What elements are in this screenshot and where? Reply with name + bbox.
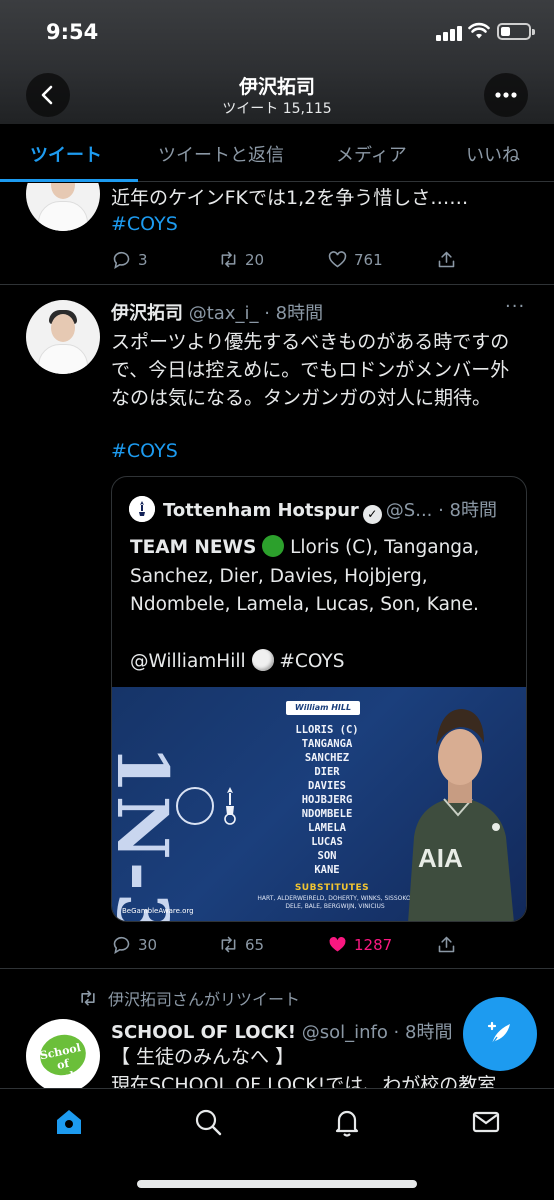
tweet-text: スポーツより優先するべきものがある時ですので、今日は控えめに。でもロドンがメンバ… (111, 331, 510, 409)
signal-icon (436, 25, 462, 41)
lineup-list: LLORIS (C) TANGANGA SANCHEZ DIER DAVIES … (272, 723, 382, 877)
quoted-author-handle: @S... · 8時間 (385, 500, 498, 521)
spurs-avatar (129, 496, 155, 522)
messages-mail-icon[interactable] (470, 1106, 502, 1138)
quoted-tweet[interactable]: Tottenham Hotspur ✓ @S... · 8時間 TEAM NEWS … (111, 476, 527, 922)
share-icon (438, 936, 455, 953)
tweet-feed[interactable]: 近年のケインFKでは1,2を争う惜しさ…… #COYS 3 20 761 伊沢拓… (0, 183, 554, 1088)
green-circle-icon (262, 535, 285, 557)
man-city-crest-icon (176, 787, 214, 825)
compose-tweet-button[interactable] (463, 997, 537, 1071)
retweeted-by-label: 伊沢拓司さんがリツイート (108, 990, 301, 1009)
tweet-text: 近年のケインFKでは1,2を争う惜しさ…… (111, 187, 469, 209)
retweet-icon (81, 990, 95, 1006)
profile-header: 9:54 伊沢拓司 ツイート 15,115 (0, 0, 554, 124)
status-time: 9:54 (46, 20, 99, 44)
reply-icon (113, 251, 130, 269)
battery-icon (497, 23, 535, 40)
mention-link[interactable]: @WilliamHill (130, 651, 246, 672)
home-indicator (137, 1180, 417, 1188)
lineup-player: DIER (314, 766, 340, 778)
reply-button[interactable]: 3 (111, 249, 148, 270)
retweet-icon (221, 251, 236, 268)
retweet-button[interactable]: 20 (218, 249, 264, 270)
active-tab-indicator (0, 179, 138, 182)
team-news-label: TEAM NEWS (130, 537, 257, 558)
reply-icon (113, 936, 130, 954)
retweeted-by-row: 伊沢拓司さんがリツイート (78, 986, 300, 1010)
tweet-hashtag[interactable]: #COYS (111, 210, 526, 238)
avatar[interactable] (26, 300, 100, 374)
avatar[interactable] (26, 183, 100, 231)
like-button[interactable]: 761 (327, 249, 383, 270)
tweet-author-row[interactable]: 伊沢拓司 @tax_i_ · 8時間 (111, 299, 323, 325)
profile-tabs: ツイート ツイートと返信 メディア いいね (0, 124, 554, 182)
author-handle: @sol_info · 8時間 (301, 1022, 453, 1043)
more-options-button[interactable] (484, 73, 528, 117)
tweet-author-row[interactable]: SCHOOL OF LOCK! @sol_info · 8時間 (111, 1018, 452, 1044)
like-count: 1287 (354, 935, 393, 954)
sponsor-logo: William HILL (286, 701, 360, 715)
author-handle: @tax_i_ · 8時間 (188, 303, 324, 324)
player-photo: AIA (408, 709, 514, 921)
retweet-count: 20 (245, 250, 265, 269)
quoted-author-name: Tottenham Hotspur (163, 500, 359, 521)
reply-count: 30 (138, 935, 158, 954)
spurs-crest-icon (224, 787, 236, 825)
gamble-aware-text: BeGambleAware.org (122, 907, 194, 915)
reply-count: 3 (138, 250, 148, 269)
retweet-button[interactable]: 65 (218, 934, 264, 955)
reply-button[interactable]: 30 (111, 934, 157, 955)
author-name: SCHOOL OF LOCK! (111, 1022, 296, 1043)
retweet-icon (221, 936, 236, 953)
avatar[interactable]: School of Lock! (26, 1019, 100, 1088)
retweet-count: 65 (245, 935, 265, 954)
tab-tweets-and-replies[interactable]: ツイートと返信 (158, 141, 284, 167)
lineup-player: NDOMBELE (301, 808, 353, 820)
more-icon (495, 92, 517, 98)
lineup-player: HOJBJERG (301, 794, 353, 806)
share-button[interactable] (436, 934, 457, 955)
notifications-bell-icon[interactable] (331, 1106, 363, 1138)
svg-text:AIA: AIA (418, 843, 463, 873)
lineup-player: LAMELA (308, 822, 346, 834)
heart-filled-icon (329, 936, 346, 952)
home-icon[interactable] (53, 1106, 85, 1138)
lineup-player: LLORIS (C) (295, 724, 359, 736)
search-icon[interactable] (192, 1106, 224, 1138)
like-button[interactable]: 1287 (327, 934, 392, 955)
tweet-text: 現在SCHOOL OF LOCK!では、わが校の教室 (111, 1074, 497, 1088)
share-button[interactable] (436, 249, 457, 270)
tweet-menu-icon[interactable]: ··· (505, 296, 525, 317)
lineup-player: LUCAS (311, 836, 343, 848)
lineup-player: KANE (314, 864, 340, 876)
quoted-tweet-text: TEAM NEWS Lloris (C), Tanganga, Sanchez,… (130, 534, 522, 676)
tweet-text: 【 生徒のみんなへ 】 (111, 1046, 295, 1068)
tweet-count: ツイート 15,115 (222, 101, 332, 117)
tab-media[interactable]: メディア (336, 141, 407, 167)
verified-icon: ✓ (362, 505, 382, 524)
quoted-author-row: Tottenham Hotspur ✓ @S... · 8時間 (163, 496, 497, 524)
team-news-image[interactable]: William HILL 1N-3N0 LLORIS (C) TANGANGA … (112, 687, 526, 921)
tab-likes[interactable]: いいね (466, 141, 520, 167)
divider (0, 968, 554, 969)
compose-feather-icon (487, 1021, 510, 1045)
divider (0, 284, 554, 285)
like-count: 761 (354, 250, 383, 269)
author-name: 伊沢拓司 (111, 303, 183, 324)
page-title: 伊沢拓司 (238, 76, 315, 98)
share-icon (438, 251, 455, 268)
lineup-player: SON (317, 850, 337, 862)
quoted-hashtag[interactable]: #COYS (279, 651, 344, 672)
status-bar: 9:54 (0, 0, 554, 66)
score-graphic: 1N-3N0 (112, 745, 184, 921)
tweet-hashtag[interactable]: #COYS (111, 437, 526, 465)
lineup-player: SANCHEZ (304, 752, 350, 764)
heart-icon (328, 251, 347, 268)
lineup-player: TANGANGA (301, 738, 353, 750)
tab-tweets[interactable]: ツイート (30, 141, 102, 167)
wifi-icon (468, 22, 490, 39)
white-circle-icon (251, 648, 274, 671)
lineup-player: DAVIES (308, 780, 346, 792)
